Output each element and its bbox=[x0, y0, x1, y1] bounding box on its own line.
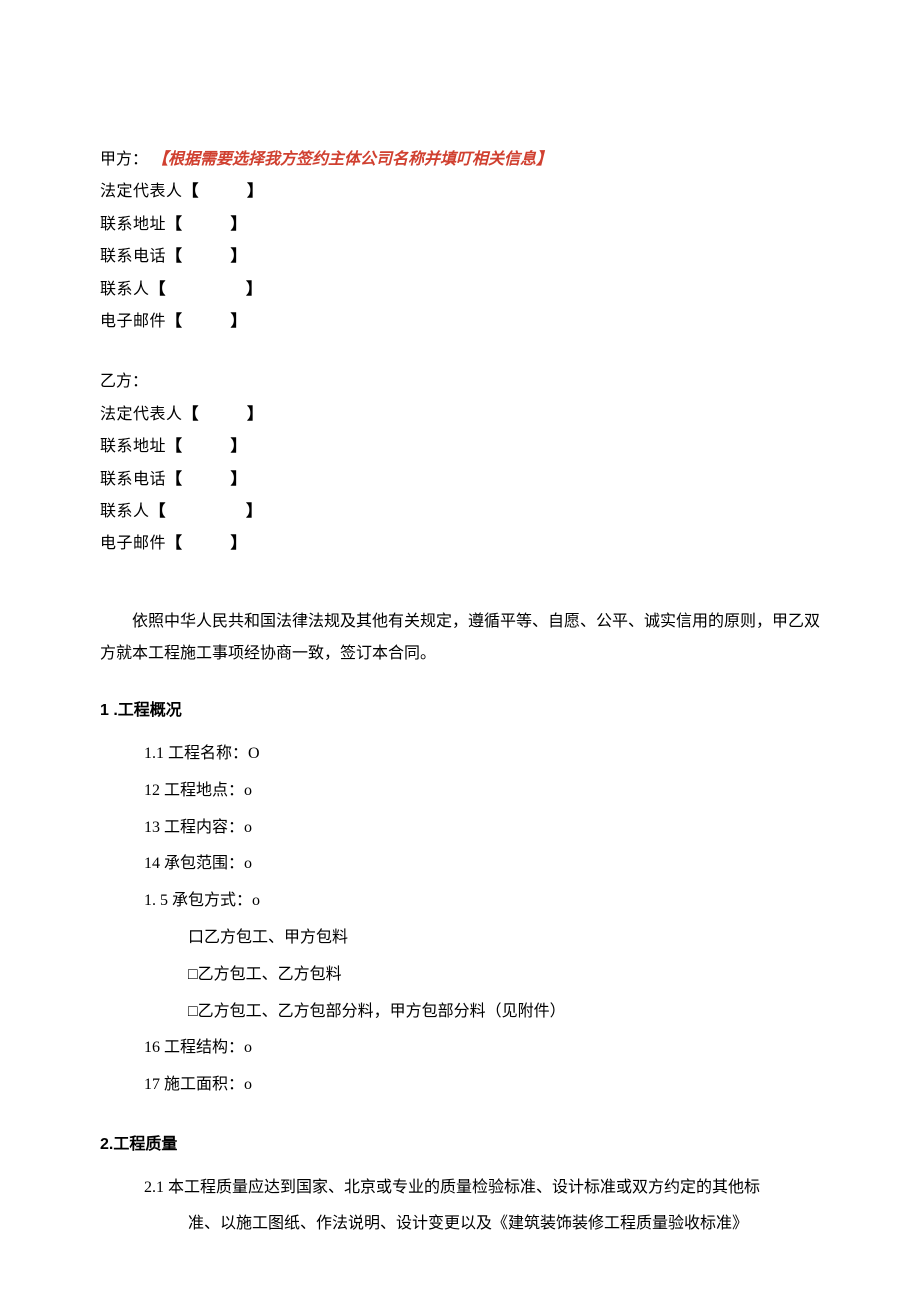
field-label: 联系电话 bbox=[100, 465, 166, 495]
spacer bbox=[100, 339, 820, 367]
item-text: 本工程质量应达到国家、北京或专业的质量检验标准、设计标准或双方约定的其他标 bbox=[168, 1179, 760, 1196]
section-1-item: 16 工程结构：o bbox=[144, 1030, 820, 1067]
bracket-open: 【 bbox=[183, 400, 200, 430]
party-a-fields: 法定代表人【】 联系地址【】 联系电话【】 联系人【】 电子邮件【】 bbox=[100, 177, 820, 337]
bracket-close: 】 bbox=[231, 465, 248, 495]
bracket-open: 【 bbox=[166, 465, 183, 495]
contract-option: □乙方包工、乙方包部分料，甲方包部分料（见附件） bbox=[188, 994, 820, 1031]
bracket-close: 】 bbox=[231, 529, 248, 559]
field-label: 法定代表人 bbox=[100, 400, 183, 430]
party-a-header: 甲方： 【根据需要选择我方签约主体公司名称并填叮相关信息】 bbox=[100, 145, 820, 175]
bracket-close: 】 bbox=[247, 400, 264, 430]
bracket-close: 】 bbox=[231, 242, 248, 272]
bracket-open: 【 bbox=[150, 275, 167, 305]
field-label: 联系地址 bbox=[100, 432, 166, 462]
field-label: 电子邮件 bbox=[100, 529, 166, 559]
field-row: 电子邮件【 】 bbox=[100, 307, 820, 337]
field-row: 联系电话【 】 bbox=[100, 242, 820, 272]
section-1-heading: 1 .工程概况 bbox=[100, 696, 820, 726]
section-2-heading: 2.工程质量 bbox=[100, 1130, 820, 1160]
field-label: 联系地址 bbox=[100, 210, 166, 240]
bracket-close: 】 bbox=[231, 210, 248, 240]
field-row: 法定代表人【 】 bbox=[100, 400, 820, 430]
contract-option: 口乙方包工、甲方包料 bbox=[188, 920, 820, 957]
field-row: 联系地址【 】 bbox=[100, 432, 820, 462]
field-label: 联系人 bbox=[100, 497, 150, 527]
section-1-item: 1. 5 承包方式：o bbox=[144, 883, 820, 920]
field-label: 联系人 bbox=[100, 275, 150, 305]
bracket-open: 【 bbox=[150, 497, 167, 527]
party-a-note: 【根据需要选择我方签约主体公司名称并填叮相关信息】 bbox=[152, 151, 552, 168]
section-1-item: 17 施工面积：o bbox=[144, 1067, 820, 1104]
bracket-close: 】 bbox=[247, 177, 264, 207]
party-b-header: 乙方： bbox=[100, 367, 820, 397]
bracket-open: 【 bbox=[183, 177, 200, 207]
bracket-open: 【 bbox=[166, 242, 183, 272]
field-row: 联系地址【 】 bbox=[100, 210, 820, 240]
party-b-fields: 法定代表人【】 联系地址【】 联系电话【】 联系人【】 电子邮件【】 bbox=[100, 400, 820, 560]
section-2-item: 2.1 本工程质量应达到国家、北京或专业的质量检验标准、设计标准或双方约定的其他… bbox=[144, 1170, 820, 1205]
document-page: 甲方： 【根据需要选择我方签约主体公司名称并填叮相关信息】 法定代表人【】 联系… bbox=[0, 0, 920, 1301]
bracket-close: 】 bbox=[231, 307, 248, 337]
field-label: 联系电话 bbox=[100, 242, 166, 272]
bracket-open: 【 bbox=[166, 307, 183, 337]
section-1-item: 12 工程地点：o bbox=[144, 773, 820, 810]
bracket-open: 【 bbox=[166, 210, 183, 240]
contract-option: □乙方包工、乙方包料 bbox=[188, 957, 820, 994]
bracket-close: 】 bbox=[246, 275, 263, 305]
party-b-label: 乙方： bbox=[100, 373, 148, 390]
bracket-close: 】 bbox=[231, 432, 248, 462]
section-2-item-continue: 准、以施工图纸、作法说明、设计变更以及《建筑装饰装修工程质量验收标准》 bbox=[188, 1206, 820, 1241]
bracket-open: 【 bbox=[166, 529, 183, 559]
field-row: 联系人【 】 bbox=[100, 275, 820, 305]
field-row: 法定代表人【 】 bbox=[100, 177, 820, 207]
bracket-close: 】 bbox=[246, 497, 263, 527]
field-label: 电子邮件 bbox=[100, 307, 166, 337]
section-1-item: 14 承包范围：o bbox=[144, 846, 820, 883]
preamble-paragraph: 依照中华人民共和国法律法规及其他有关规定，遵循平等、自愿、公平、诚实信用的原则，… bbox=[100, 606, 820, 670]
party-a-label: 甲方： bbox=[100, 151, 148, 168]
item-number: 2.1 bbox=[144, 1179, 168, 1196]
bracket-open: 【 bbox=[166, 432, 183, 462]
field-row: 联系人【 】 bbox=[100, 497, 820, 527]
section-1-item: 1.1 工程名称：O bbox=[144, 736, 820, 773]
section-1-item: 13 工程内容：o bbox=[144, 810, 820, 847]
field-label: 法定代表人 bbox=[100, 177, 183, 207]
field-row: 电子邮件【 】 bbox=[100, 529, 820, 559]
field-row: 联系电话【 】 bbox=[100, 465, 820, 495]
